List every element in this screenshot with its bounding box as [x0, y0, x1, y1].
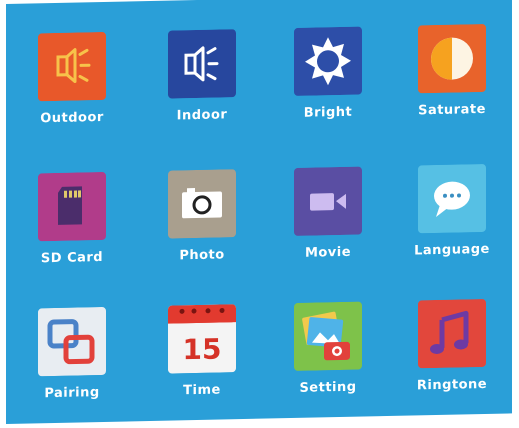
menu-item-indoor[interactable]: Indoor — [142, 29, 262, 125]
music-note-icon — [418, 299, 486, 369]
menu-item-bright[interactable]: Bright — [268, 26, 388, 122]
menu-item-label: Movie — [304, 244, 352, 261]
menu-item-language[interactable]: Language — [392, 163, 512, 259]
link-squares-icon — [38, 306, 106, 377]
menu-item-movie[interactable]: Movie — [268, 166, 388, 262]
contrast-circle-icon — [418, 24, 486, 94]
menu-item-label: Ringtone — [416, 376, 488, 394]
menu-item-photo[interactable]: Photo — [142, 169, 262, 265]
menu-item-time[interactable]: 15 Time — [142, 304, 262, 400]
gallery-camera-icon — [294, 301, 362, 371]
menu-item-ringtone[interactable]: Ringtone — [392, 298, 512, 394]
menu-screen: Outdoor Indoor Bright Saturate SD Card P… — [6, 0, 512, 424]
menu-item-label: Indoor — [176, 107, 228, 124]
menu-item-label: Outdoor — [40, 109, 104, 127]
menu-grid: Outdoor Indoor Bright Saturate SD Card P… — [6, 0, 512, 424]
menu-item-saturate[interactable]: Saturate — [392, 23, 512, 119]
menu-item-pairing[interactable]: Pairing — [12, 306, 132, 402]
menu-item-setting[interactable]: Setting — [268, 301, 388, 397]
menu-item-label: Photo — [179, 247, 225, 264]
video-camera-icon — [294, 166, 362, 236]
speaker-icon — [168, 29, 236, 99]
calendar-icon: 15 — [168, 304, 236, 374]
menu-item-outdoor[interactable]: Outdoor — [12, 31, 132, 127]
menu-item-label: Saturate — [418, 101, 486, 119]
menu-item-label: Setting — [299, 379, 357, 396]
sd-card-icon — [38, 171, 106, 242]
chat-bubble-icon — [418, 164, 486, 234]
menu-item-label: Pairing — [44, 385, 100, 402]
speaker-loud-icon — [38, 31, 106, 102]
menu-item-sd-card[interactable]: SD Card — [12, 171, 132, 267]
menu-item-label: Bright — [303, 104, 353, 121]
sun-icon — [294, 26, 362, 96]
menu-item-label: SD Card — [40, 249, 104, 267]
calendar-date: 15 — [183, 332, 222, 366]
menu-item-label: Language — [414, 241, 490, 259]
menu-item-label: Time — [183, 382, 221, 399]
camera-icon — [168, 169, 236, 239]
